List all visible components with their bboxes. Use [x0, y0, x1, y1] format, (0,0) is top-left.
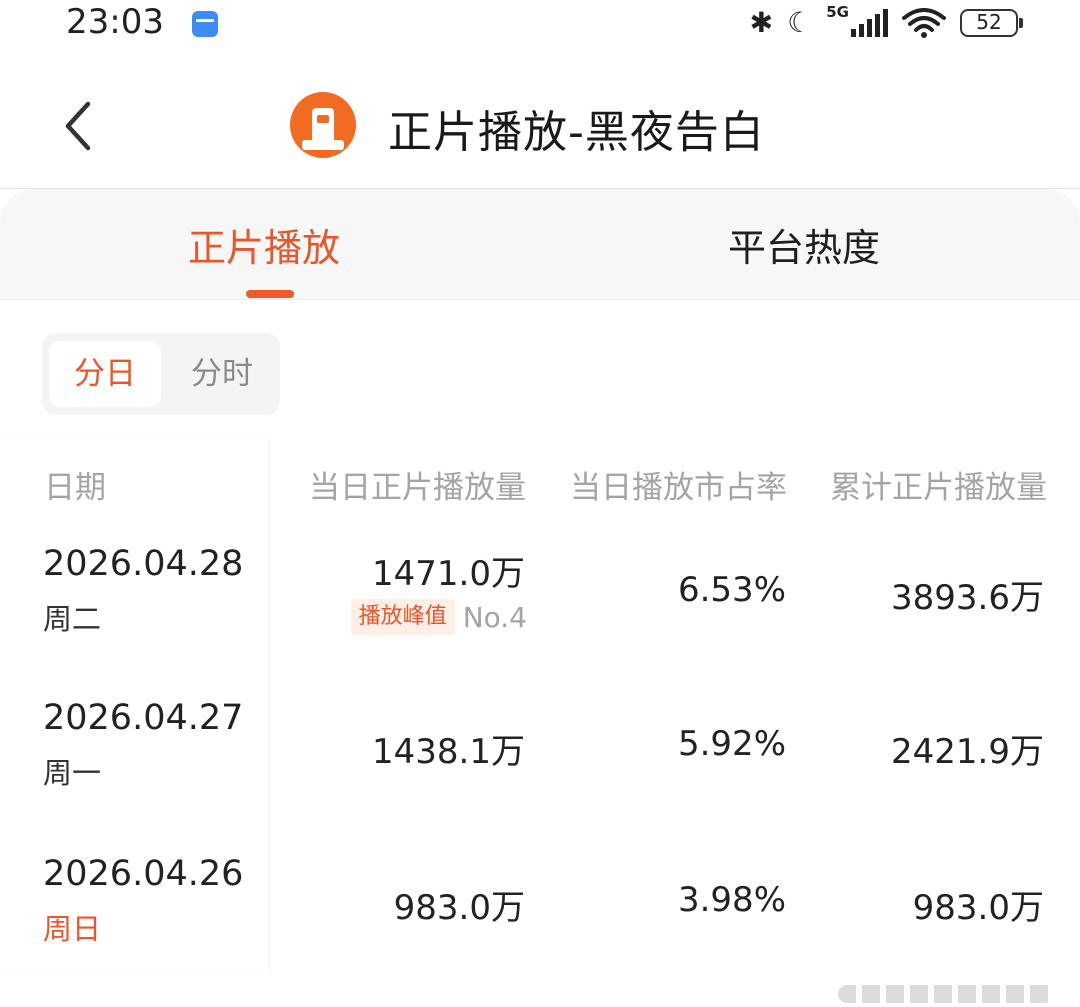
- page-title: 正片播放-黑夜告白: [388, 107, 765, 158]
- tab-platform-heat[interactable]: 平台热度: [728, 217, 880, 272]
- wifi-icon: [902, 8, 946, 38]
- cellular-signal-icon: [851, 9, 888, 37]
- battery-icon: 52: [960, 9, 1023, 37]
- column-header-market-share: 当日播放市占率: [570, 470, 787, 506]
- row-weekday: 周日: [43, 912, 102, 946]
- row-daily-plays: 1471.0万: [372, 554, 525, 594]
- row-cumulative-plays: 983.0万: [912, 888, 1044, 928]
- column-header-date: 日期: [44, 470, 106, 506]
- column-header-cumulative-plays: 累计正片播放量: [830, 470, 1047, 506]
- watermark-bar: [838, 985, 1054, 1003]
- row-market-share: 5.92%: [677, 724, 786, 764]
- row-cumulative-plays: 3893.6万: [891, 578, 1044, 618]
- row-weekday: 周一: [43, 756, 102, 790]
- lighthouse-logo-icon: [290, 92, 356, 158]
- row-weekday: 周二: [43, 602, 102, 636]
- row-daily-plays: 983.0万: [393, 888, 525, 928]
- row-market-share: 3.98%: [677, 880, 786, 920]
- peak-rank: No.4: [462, 600, 527, 634]
- row-daily-plays: 1438.1万: [372, 732, 525, 772]
- status-time: 23:03: [66, 2, 164, 42]
- network-type-label: 5G: [826, 3, 849, 21]
- row-date: 2026.04.28: [43, 544, 244, 584]
- row-date: 2026.04.27: [43, 698, 244, 738]
- granularity-segmented-control: 分日 分时: [42, 333, 280, 415]
- bluetooth-icon: ✱: [749, 6, 774, 39]
- moon-icon: ☾: [787, 6, 813, 39]
- calendar-notification-icon: [192, 11, 218, 37]
- row-market-share: 6.53%: [677, 570, 786, 610]
- segment-daily[interactable]: 分日: [49, 341, 161, 407]
- back-arrow-icon[interactable]: [58, 98, 106, 154]
- status-icons: ✱ ☾ 5G 52: [749, 3, 1023, 42]
- segment-hourly[interactable]: 分时: [168, 341, 276, 407]
- peak-tag: 播放峰值 No.4: [350, 598, 527, 636]
- tab-main-playback[interactable]: 正片播放: [188, 217, 340, 272]
- row-date: 2026.04.26: [43, 854, 244, 894]
- status-bar: 23:03 ✱ ☾ 5G 52: [0, 0, 1080, 50]
- row-cumulative-plays: 2421.9万: [891, 732, 1044, 772]
- active-tab-indicator: [246, 290, 294, 298]
- page-header: 正片播放-黑夜告白: [0, 62, 1080, 189]
- tab-bar: 正片播放 平台热度: [0, 189, 1080, 300]
- peak-badge: 播放峰值: [350, 599, 455, 635]
- column-header-daily-plays: 当日正片播放量: [309, 470, 526, 506]
